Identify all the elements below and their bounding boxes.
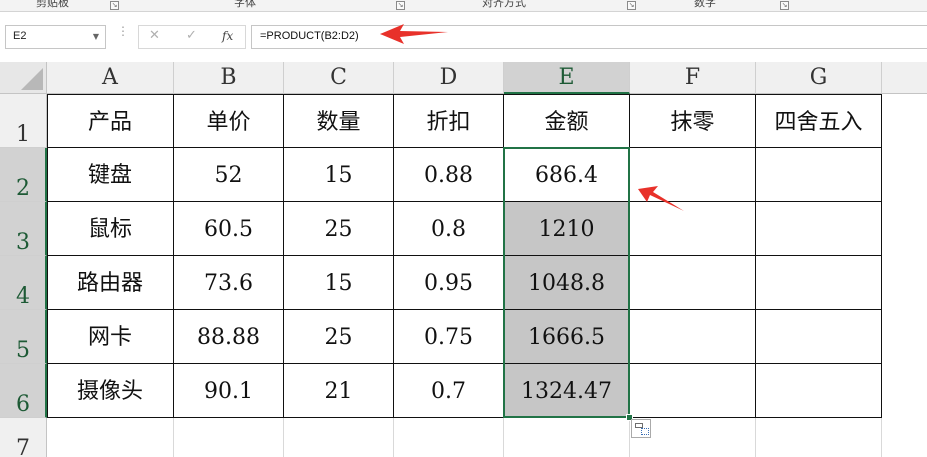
enter-icon[interactable]: ✓ [186, 28, 197, 43]
cell-f1[interactable]: 抹零 [630, 94, 756, 148]
cell-c4[interactable]: 15 [284, 256, 394, 310]
column-header-g[interactable]: G [756, 62, 882, 94]
cell-e4[interactable]: 1048.8 [504, 256, 630, 310]
row-header-3[interactable]: 3 [0, 202, 47, 256]
cell-e3[interactable]: 1210 [504, 202, 630, 256]
cell-e7[interactable] [504, 418, 630, 457]
cancel-icon[interactable]: ✕ [149, 28, 160, 43]
cell-c3[interactable]: 25 [284, 202, 394, 256]
row-header-6[interactable]: 6 [0, 364, 47, 418]
number-launcher-icon[interactable]: ↘ [780, 1, 789, 10]
column-header-e[interactable]: E [504, 62, 630, 94]
column-header-overflow[interactable] [882, 62, 927, 94]
column-header-c[interactable]: C [284, 62, 394, 94]
name-box[interactable]: E2 ▼ [5, 25, 106, 49]
cell-c5[interactable]: 25 [284, 310, 394, 364]
cell-a1[interactable]: 产品 [47, 94, 174, 148]
cell-b2[interactable]: 52 [174, 148, 284, 202]
cell-d4[interactable]: 0.95 [394, 256, 504, 310]
column-header-d[interactable]: D [394, 62, 504, 94]
column-header-b[interactable]: B [174, 62, 284, 94]
insert-function-icon[interactable]: fx [222, 29, 233, 43]
annotation-arrow-formula [380, 24, 448, 44]
select-all-corner[interactable] [0, 62, 47, 94]
cell-g1[interactable]: 四舍五入 [756, 94, 882, 148]
cell-c6[interactable]: 21 [284, 364, 394, 418]
cell-e1[interactable]: 金额 [504, 94, 630, 148]
row-header-4[interactable]: 4 [0, 256, 47, 310]
cell-a3[interactable]: 鼠标 [47, 202, 174, 256]
name-box-value: E2 [13, 30, 27, 42]
cell-d5[interactable]: 0.75 [394, 310, 504, 364]
cell-a6[interactable]: 摄像头 [47, 364, 174, 418]
cell-g6[interactable] [756, 364, 882, 418]
cell-g7[interactable] [756, 418, 882, 457]
quick-analysis-icon[interactable] [631, 419, 651, 438]
ribbon-group-labels: 剪贴板 ↘ 字体 ↘ 对齐方式 ↘ 数字 ↘ [0, 0, 927, 12]
cell-e2[interactable]: 686.4 [504, 148, 630, 202]
row-header-2[interactable]: 2 [0, 148, 47, 202]
cell-g3[interactable] [756, 202, 882, 256]
cell-g5[interactable] [756, 310, 882, 364]
cell-d1[interactable]: 折扣 [394, 94, 504, 148]
cell-d3[interactable]: 0.8 [394, 202, 504, 256]
cell-d2[interactable]: 0.88 [394, 148, 504, 202]
cell-b6[interactable]: 90.1 [174, 364, 284, 418]
cell-e6[interactable]: 1324.47 [504, 364, 630, 418]
clipboard-launcher-icon[interactable]: ↘ [110, 1, 119, 10]
cell-f5[interactable] [630, 310, 756, 364]
column-header-a[interactable]: A [47, 62, 174, 94]
cell-e5[interactable]: 1666.5 [504, 310, 630, 364]
formula-buttons: ✕ ✓ fx [138, 25, 246, 49]
cell-b1[interactable]: 单价 [174, 94, 284, 148]
ribbon-group-font: 字体 [234, 0, 256, 9]
formula-bar: E2 ▼ ⋮ ✕ ✓ fx =PRODUCT(B2:D2) [0, 12, 927, 62]
cell-g4[interactable] [756, 256, 882, 310]
font-launcher-icon[interactable]: ↘ [396, 1, 405, 10]
cell-f6[interactable] [630, 364, 756, 418]
cell-a5[interactable]: 网卡 [47, 310, 174, 364]
cell-d6[interactable]: 0.7 [394, 364, 504, 418]
annotation-arrow-cell [638, 186, 684, 211]
ribbon-group-alignment: 对齐方式 [482, 0, 526, 9]
cell-c7[interactable] [284, 418, 394, 457]
row-header-5[interactable]: 5 [0, 310, 47, 364]
cell-d7[interactable] [394, 418, 504, 457]
cell-c1[interactable]: 数量 [284, 94, 394, 148]
cell-b7[interactable] [174, 418, 284, 457]
worksheet-grid[interactable]: A B C D E F G 1 2 3 4 5 6 7 产品 单价 数量 折扣 … [0, 62, 927, 457]
cell-b4[interactable]: 73.6 [174, 256, 284, 310]
ribbon-group-number: 数字 [694, 0, 716, 9]
formula-input[interactable]: =PRODUCT(B2:D2) [251, 25, 927, 49]
cell-b5[interactable]: 88.88 [174, 310, 284, 364]
ribbon-group-clipboard: 剪贴板 [36, 0, 69, 9]
chevron-down-icon[interactable]: ▼ [93, 32, 99, 41]
grip-dots-icon: ⋮ [117, 24, 129, 38]
row-header-7[interactable]: 7 [0, 418, 47, 457]
cell-f4[interactable] [630, 256, 756, 310]
cell-a2[interactable]: 键盘 [47, 148, 174, 202]
cell-a4[interactable]: 路由器 [47, 256, 174, 310]
cell-a7[interactable] [47, 418, 174, 457]
cell-b3[interactable]: 60.5 [174, 202, 284, 256]
cell-c2[interactable]: 15 [284, 148, 394, 202]
formula-text: =PRODUCT(B2:D2) [260, 30, 359, 42]
alignment-launcher-icon[interactable]: ↘ [627, 1, 636, 10]
column-header-f[interactable]: F [630, 62, 756, 94]
cell-g2[interactable] [756, 148, 882, 202]
row-header-1[interactable]: 1 [0, 94, 47, 148]
